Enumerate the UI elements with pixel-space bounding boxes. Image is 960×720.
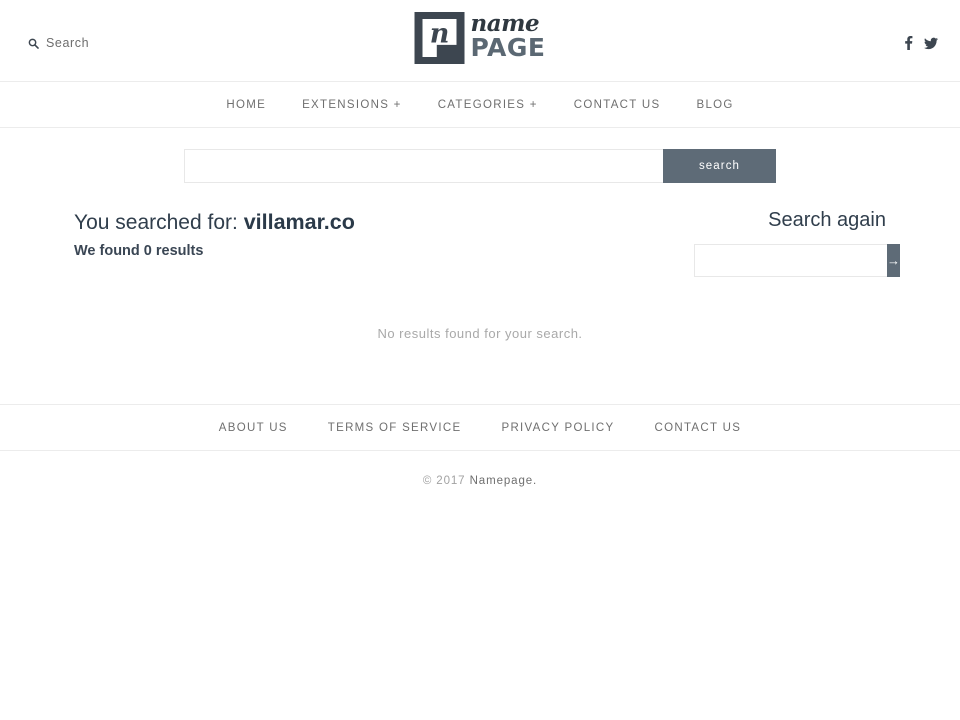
- logo-mark-shape: n: [422, 18, 457, 57]
- footer-link-privacy-policy[interactable]: PRIVACY POLICY: [481, 422, 634, 434]
- nav-item-extensions[interactable]: EXTENSIONS +: [284, 99, 420, 111]
- nav-item-home[interactable]: HOME: [208, 99, 284, 111]
- facebook-icon: [904, 36, 913, 50]
- site-header: Search n name PAGE: [0, 0, 960, 82]
- search-again-form: →: [694, 244, 900, 277]
- footer-link-contact-us[interactable]: CONTACT US: [635, 422, 762, 434]
- results-query-term: villamar.co: [243, 210, 355, 234]
- empty-state-message: No results found for your search.: [377, 326, 583, 341]
- results-count: We found 0 results: [74, 243, 204, 259]
- footer-link-about-us[interactable]: ABOUT US: [199, 422, 308, 434]
- nav-item-blog[interactable]: BLOG: [678, 99, 751, 111]
- header-search-toggle[interactable]: Search: [28, 36, 89, 50]
- social-links: [904, 36, 938, 50]
- hero-search-input[interactable]: [184, 149, 663, 183]
- results-summary: You searched for: villamar.co We found 0…: [74, 207, 355, 259]
- search-again-input[interactable]: [694, 244, 887, 277]
- logo-mark-icon: n: [414, 12, 465, 64]
- search-again-submit-button[interactable]: →: [887, 244, 900, 277]
- copyright-year: © 2017: [422, 475, 466, 487]
- twitter-icon: [924, 37, 938, 50]
- site-logo[interactable]: n name PAGE: [414, 12, 546, 64]
- search-again-section: Search again →: [694, 207, 900, 277]
- copyright-notice: © 2017 Namepage.: [0, 475, 960, 487]
- search-icon: [28, 38, 39, 49]
- results-header: You searched for: villamar.co We found 0…: [74, 207, 900, 277]
- page-title: You searched for: villamar.co: [74, 209, 355, 236]
- hero-search-form: search: [184, 149, 776, 183]
- footer-navigation: ABOUT US TERMS OF SERVICE PRIVACY POLICY…: [0, 404, 960, 451]
- hero-search-button[interactable]: search: [663, 149, 776, 183]
- logo-wordmark: name PAGE: [471, 12, 546, 60]
- header-search-label: Search: [46, 36, 90, 50]
- twitter-link[interactable]: [924, 37, 938, 50]
- facebook-link[interactable]: [904, 36, 913, 50]
- main-content: You searched for: villamar.co We found 0…: [0, 207, 960, 341]
- logo-word-page: PAGE: [470, 33, 546, 62]
- search-again-title: Search again: [768, 209, 886, 231]
- nav-item-categories[interactable]: CATEGORIES +: [420, 99, 556, 111]
- nav-item-contact-us[interactable]: CONTACT US: [556, 99, 679, 111]
- copyright-brand: Namepage.: [469, 475, 538, 487]
- logo-word-name: name: [470, 10, 540, 37]
- hero-search-section: search: [0, 128, 960, 207]
- logo-mark-letter: n: [429, 18, 450, 50]
- main-navigation: HOME EXTENSIONS + CATEGORIES + CONTACT U…: [0, 82, 960, 128]
- results-title-prefix: You searched for:: [74, 211, 238, 234]
- footer-link-terms-of-service[interactable]: TERMS OF SERVICE: [308, 422, 482, 434]
